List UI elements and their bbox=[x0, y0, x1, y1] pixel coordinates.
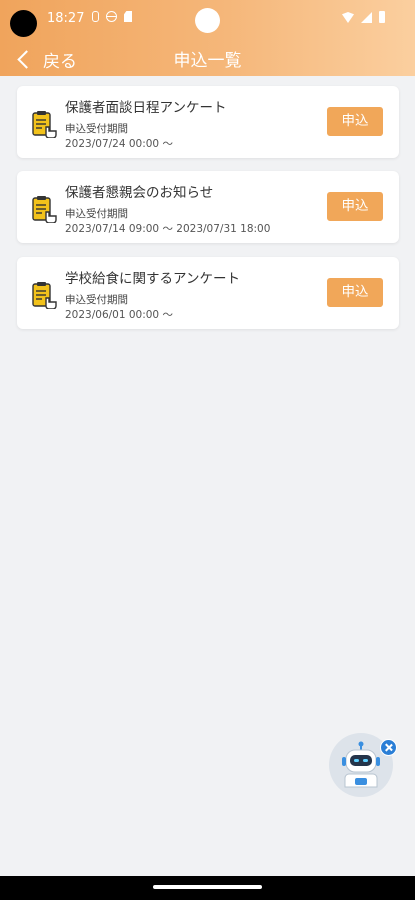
period-label: 申込受付期間 bbox=[65, 294, 128, 306]
apply-button[interactable]: 申込 bbox=[327, 278, 383, 307]
card-title: 学校給食に関するアンケート bbox=[65, 271, 240, 287]
status-time: 18:27 bbox=[47, 11, 85, 26]
clipboard-hand-icon bbox=[32, 282, 57, 309]
camera-cutout bbox=[10, 10, 37, 37]
period-value: 2023/06/01 00:00 ～ bbox=[65, 309, 173, 321]
page-title: 申込一覧 bbox=[173, 51, 242, 71]
mic-icon bbox=[92, 11, 99, 22]
status-icons bbox=[92, 11, 132, 22]
clipboard-hand-icon bbox=[32, 196, 57, 223]
home-indicator[interactable] bbox=[153, 885, 262, 889]
robot-assistant-icon bbox=[342, 741, 380, 788]
sd-card-icon bbox=[124, 11, 132, 22]
application-card[interactable]: 保護者懇親会のお知らせ 申込受付期間 2023/07/14 09:00 ～ 20… bbox=[17, 171, 399, 243]
application-card[interactable]: 保護者面談日程アンケート 申込受付期間 2023/07/24 00:00 ～ 申… bbox=[17, 86, 399, 158]
period-label: 申込受付期間 bbox=[65, 208, 128, 220]
period-value: 2023/07/24 00:00 ～ bbox=[65, 138, 173, 150]
application-card[interactable]: 学校給食に関するアンケート 申込受付期間 2023/06/01 00:00 ～ … bbox=[17, 257, 399, 329]
notification-dot bbox=[195, 8, 220, 33]
period-label: 申込受付期間 bbox=[65, 123, 128, 135]
clipboard-hand-icon bbox=[32, 111, 57, 138]
period-value: 2023/07/14 09:00 ～ 2023/07/31 18:00 bbox=[65, 223, 271, 235]
close-icon[interactable] bbox=[380, 739, 397, 756]
app-header: 18:27 戻る 申込一覧 bbox=[0, 0, 415, 76]
assistant-launcher[interactable] bbox=[329, 733, 397, 797]
apply-button[interactable]: 申込 bbox=[327, 192, 383, 221]
wifi-icon bbox=[342, 12, 354, 23]
card-title: 保護者面談日程アンケート bbox=[65, 100, 227, 116]
battery-icon bbox=[379, 11, 385, 23]
vpn-icon bbox=[106, 11, 117, 22]
signal-icon bbox=[361, 12, 372, 23]
apply-button[interactable]: 申込 bbox=[327, 107, 383, 136]
card-title: 保護者懇親会のお知らせ bbox=[65, 185, 214, 201]
